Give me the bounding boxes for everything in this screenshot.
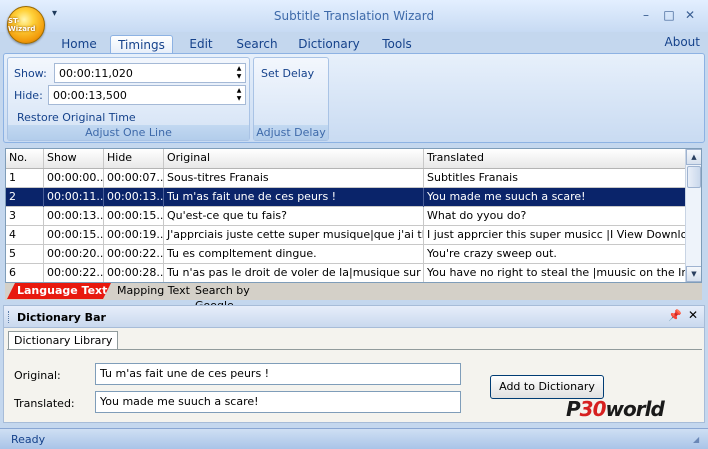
- adjust-delay-group: Set Delay Adjust Delay: [253, 57, 329, 141]
- cell-show[interactable]: 00:00:22...: [44, 264, 104, 282]
- tab-search[interactable]: Search: [232, 35, 282, 54]
- cell-hide[interactable]: 00:00:13...: [104, 188, 164, 207]
- cell-translated[interactable]: You have no right to steal the |muusic o…: [424, 264, 686, 282]
- cell-show[interactable]: 00:00:00...: [44, 169, 104, 188]
- table-row[interactable]: 5 00:00:20... 00:00:22... Tu es compltement…: [6, 245, 686, 264]
- cell-hide[interactable]: 00:00:19...: [104, 226, 164, 245]
- dictionary-bar-title: Dictionary Bar: [17, 311, 106, 324]
- scroll-thumb[interactable]: [687, 166, 701, 188]
- restore-original-time-button[interactable]: Restore Original Time: [17, 111, 136, 124]
- cell-translated[interactable]: I just apprcier this super musicc |I Vie…: [424, 226, 686, 245]
- status-text: Ready: [11, 433, 46, 446]
- hide-label: Hide:: [14, 89, 43, 102]
- subtitle-grid: No. Show Hide Original Translated 1 00:00…: [5, 148, 702, 283]
- set-delay-button[interactable]: Set Delay: [261, 67, 314, 80]
- table-row[interactable]: 2 00:00:11... 00:00:13... Tu m'as fait une …: [6, 188, 686, 207]
- drag-grip-icon[interactable]: [8, 311, 11, 323]
- cell-original[interactable]: Tu es compltement dingue.: [164, 245, 424, 264]
- tab-timings[interactable]: Timings: [110, 35, 173, 54]
- grid-vertical-scrollbar[interactable]: ▲ ▼: [685, 149, 701, 282]
- table-row[interactable]: 4 00:00:15... 00:00:19... J'apprciais juste…: [6, 226, 686, 245]
- show-time-value: 00:00:11,020: [59, 67, 133, 80]
- title-bar: ▾ Subtitle Translation Wizard – □ ✕: [0, 0, 708, 32]
- cell-no[interactable]: 5: [6, 245, 44, 264]
- window-title: Subtitle Translation Wizard: [273, 9, 435, 23]
- dictionary-close-icon[interactable]: ✕: [688, 308, 698, 322]
- pin-icon[interactable]: 📌: [668, 309, 682, 322]
- maximize-button[interactable]: □: [659, 6, 679, 24]
- tab-dictionary-library[interactable]: Dictionary Library: [8, 331, 119, 350]
- about-link[interactable]: About: [665, 35, 700, 49]
- tab-edit[interactable]: Edit: [183, 35, 219, 54]
- scroll-up-icon[interactable]: ▲: [686, 149, 701, 165]
- add-to-dictionary-button[interactable]: Add to Dictionary: [490, 375, 604, 399]
- show-time-spinner[interactable]: 00:00:11,020 ▲ ▼: [54, 63, 246, 83]
- cell-translated[interactable]: You made me suuch a scare!: [424, 188, 686, 207]
- spinner-arrows-icon[interactable]: ▲ ▼: [234, 65, 244, 81]
- column-header-original[interactable]: Original: [164, 149, 424, 168]
- tab-dictionary[interactable]: Dictionary: [296, 35, 362, 54]
- cell-original[interactable]: J'apprciais juste cette super musique|qu…: [164, 226, 424, 245]
- cell-show[interactable]: 00:00:20...: [44, 245, 104, 264]
- minimize-button[interactable]: –: [636, 6, 656, 24]
- original-label: Original:: [14, 369, 61, 382]
- cell-no[interactable]: 6: [6, 264, 44, 282]
- adjust-one-line-group: Show: 00:00:11,020 ▲ ▼ Hide: 00:00:13,500…: [7, 57, 250, 141]
- cell-no[interactable]: 3: [6, 207, 44, 226]
- cell-original[interactable]: Sous-titres Franais: [164, 169, 424, 188]
- app-orb-button[interactable]: ST-Wizard: [7, 6, 45, 44]
- app-orb-label: ST-Wizard: [8, 17, 36, 33]
- original-field[interactable]: Tu m'as fait une de ces peurs !: [95, 363, 461, 385]
- column-header-translated[interactable]: Translated: [424, 149, 686, 168]
- cell-hide[interactable]: 00:00:28...: [104, 264, 164, 282]
- tab-language-text[interactable]: Language Text: [7, 283, 111, 299]
- hide-time-value: 00:00:13,500: [53, 89, 127, 102]
- cell-show[interactable]: 00:00:11...: [44, 188, 104, 207]
- status-bar: Ready ◢: [0, 428, 708, 449]
- cell-translated[interactable]: What do yyou do?: [424, 207, 686, 226]
- show-label: Show:: [14, 67, 47, 80]
- grid-header: No. Show Hide Original Translated: [6, 149, 686, 169]
- ribbon-tabs: Home Timings Edit Search Dictionary Tool…: [0, 32, 708, 54]
- tab-mapping-text[interactable]: Mapping Text: [107, 283, 191, 299]
- cell-hide[interactable]: 00:00:22...: [104, 245, 164, 264]
- cell-original[interactable]: Tu m'as fait une de ces peurs !: [164, 188, 424, 207]
- cell-translated[interactable]: Subtitles Franais: [424, 169, 686, 188]
- cell-show[interactable]: 00:00:13...: [44, 207, 104, 226]
- column-header-show[interactable]: Show: [44, 149, 104, 168]
- translated-label: Translated:: [14, 397, 75, 410]
- cell-no[interactable]: 4: [6, 226, 44, 245]
- table-row[interactable]: 3 00:00:13... 00:00:15... Qu'est-ce que tu …: [6, 207, 686, 226]
- text-tabs: Language Text Mapping Text Search by Goo…: [5, 283, 702, 312]
- scroll-down-icon[interactable]: ▼: [686, 266, 701, 282]
- cell-no[interactable]: 1: [6, 169, 44, 188]
- dictionary-bar-header: Dictionary Bar 📌 ✕: [4, 306, 704, 328]
- cell-original[interactable]: Qu'est-ce que tu fais?: [164, 207, 424, 226]
- translated-field[interactable]: You made me suuch a scare!: [95, 391, 461, 413]
- table-row[interactable]: 6 00:00:22... 00:00:28... Tu n'as pas le dr…: [6, 264, 686, 282]
- cell-show[interactable]: 00:00:15...: [44, 226, 104, 245]
- ribbon-panel: Show: 00:00:11,020 ▲ ▼ Hide: 00:00:13,500…: [3, 53, 705, 143]
- watermark-logo: P30world: [566, 397, 665, 421]
- cell-original[interactable]: Tu n'as pas le droit de voler de la|musi…: [164, 264, 424, 282]
- spinner-arrows-icon[interactable]: ▲ ▼: [234, 87, 244, 103]
- cell-translated[interactable]: You're crazy sweep out.: [424, 245, 686, 264]
- column-header-no[interactable]: No.: [6, 149, 44, 168]
- cell-hide[interactable]: 00:00:07...: [104, 169, 164, 188]
- tab-tools[interactable]: Tools: [376, 35, 418, 54]
- adjust-one-line-label: Adjust One Line: [8, 125, 249, 140]
- column-header-hide[interactable]: Hide: [104, 149, 164, 168]
- close-button[interactable]: ✕: [680, 6, 700, 24]
- cell-no[interactable]: 2: [6, 188, 44, 207]
- adjust-delay-label: Adjust Delay: [254, 125, 328, 140]
- table-row[interactable]: 1 00:00:00... 00:00:07... Sous-titres Frana…: [6, 169, 686, 188]
- tab-search-by-google[interactable]: Search by Google: [185, 283, 291, 312]
- hide-time-spinner[interactable]: 00:00:13,500 ▲ ▼: [48, 85, 246, 105]
- cell-hide[interactable]: 00:00:15...: [104, 207, 164, 226]
- tab-home[interactable]: Home: [56, 35, 102, 54]
- resize-grip-icon[interactable]: ◢: [693, 435, 705, 447]
